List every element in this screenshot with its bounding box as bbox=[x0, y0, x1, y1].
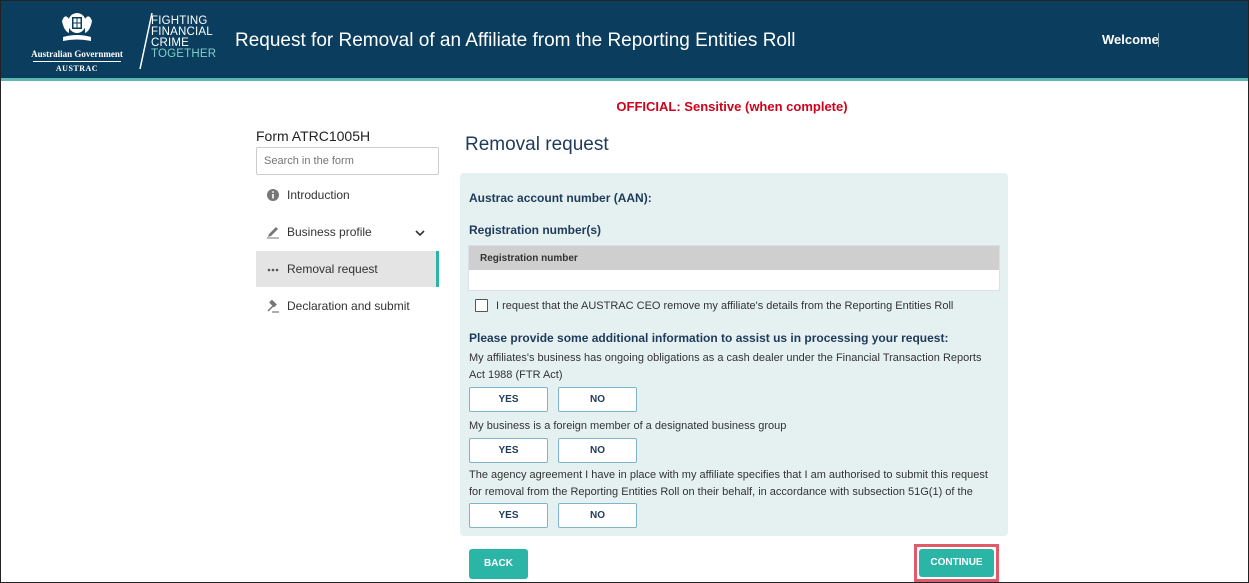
sidebar-item-label: Business profile bbox=[287, 225, 372, 239]
sidebar-item-label: Removal request bbox=[287, 262, 378, 276]
removal-confirm-label[interactable]: I request that the AUSTRAC CEO remove my… bbox=[496, 300, 953, 312]
classification-banner: OFFICIAL: Sensitive (when complete) bbox=[616, 99, 848, 114]
registration-column-header: Registration number bbox=[469, 246, 999, 270]
cash-dealer-yes-button[interactable]: YES bbox=[469, 387, 548, 412]
sidebar-item-business-profile[interactable]: Business profile bbox=[256, 214, 439, 250]
search-input[interactable] bbox=[256, 147, 439, 175]
sidebar-item-removal-request[interactable]: Removal request bbox=[256, 251, 439, 287]
campaign-line: TOGETHER bbox=[151, 48, 217, 60]
chevron-down-icon[interactable] bbox=[415, 228, 425, 238]
removal-confirm-checkbox[interactable] bbox=[475, 299, 488, 312]
pencil-icon bbox=[267, 227, 279, 239]
welcome-text: Welcome bbox=[1102, 32, 1159, 47]
sidebar-item-label: Introduction bbox=[287, 188, 350, 202]
campaign-text: FIGHTING FINANCIAL CRIME TOGETHER bbox=[151, 15, 217, 60]
page-frame: Australian Government AUSTRAC FIGHTING F… bbox=[0, 0, 1249, 583]
foreign-member-yes-button[interactable]: YES bbox=[469, 438, 548, 463]
agency-name: AUSTRAC bbox=[55, 64, 99, 73]
question-agency-agreement: The agency agreement I have in place wit… bbox=[469, 469, 988, 515]
question-cash-dealer: My affiliates's business has ongoing obl… bbox=[469, 352, 982, 381]
welcome-divider bbox=[1158, 33, 1159, 47]
australian-government-logo[interactable]: Australian Government AUSTRAC bbox=[27, 11, 127, 75]
section-title: Removal request bbox=[465, 134, 609, 155]
registration-table: Registration number bbox=[468, 245, 1000, 291]
logo-divider bbox=[33, 61, 121, 62]
gavel-icon bbox=[267, 299, 279, 313]
agency-agreement-yes-button[interactable]: YES bbox=[469, 503, 548, 528]
foreign-member-no-button[interactable]: NO bbox=[558, 438, 637, 463]
dots-icon bbox=[267, 268, 279, 272]
government-name: Australian Government bbox=[31, 49, 123, 59]
registration-label: Registration number(s) bbox=[469, 223, 602, 237]
agency-agreement-no-button[interactable]: NO bbox=[558, 503, 637, 528]
fighting-financial-crime-logo: FIGHTING FINANCIAL CRIME TOGETHER bbox=[139, 13, 229, 77]
info-icon bbox=[267, 189, 279, 201]
continue-button[interactable]: CONTINUE bbox=[919, 549, 994, 577]
question-foreign-member: My business is a foreign member of a des… bbox=[469, 420, 787, 432]
sidebar-item-declaration[interactable]: Declaration and submit bbox=[256, 288, 439, 324]
form-id: Form ATRC1005H bbox=[256, 128, 371, 144]
additional-info-heading: Please provide some additional informati… bbox=[469, 331, 949, 345]
sidebar-item-label: Declaration and submit bbox=[287, 299, 410, 313]
cash-dealer-no-button[interactable]: NO bbox=[558, 387, 637, 412]
page-title: Request for Removal of an Affiliate from… bbox=[235, 30, 796, 51]
aan-label: Austrac account number (AAN): bbox=[469, 191, 652, 205]
coat-of-arms-icon bbox=[62, 13, 92, 41]
header: Australian Government AUSTRAC FIGHTING F… bbox=[1, 1, 1248, 81]
back-button[interactable]: BACK bbox=[469, 549, 528, 579]
sidebar-item-introduction[interactable]: Introduction bbox=[256, 177, 439, 213]
